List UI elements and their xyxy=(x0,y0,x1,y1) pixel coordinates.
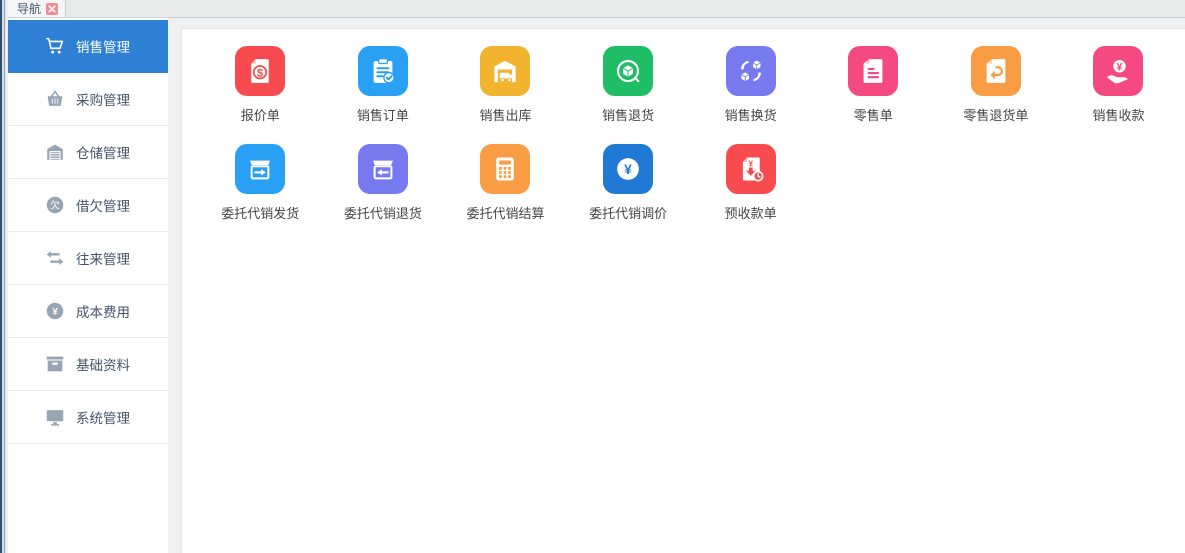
debt-icon: 欠 xyxy=(44,194,66,216)
tab-label: 导航 xyxy=(17,0,41,17)
shortcut-label: 预收款单 xyxy=(725,203,777,222)
shortcut-label: 委托代销结算 xyxy=(466,203,544,222)
svg-text:$: $ xyxy=(257,67,264,79)
shortcut-label: 委托代销调价 xyxy=(589,203,667,222)
exchange-icon xyxy=(44,247,66,269)
shortcut-sales-order[interactable]: 销售订单 xyxy=(322,46,445,144)
yen-circle-icon: ¥ xyxy=(603,144,653,194)
svg-text:¥: ¥ xyxy=(624,162,632,177)
shortcut-sales-collection[interactable]: ¥ 销售收款 xyxy=(1057,46,1180,144)
shortcut-label: 委托代销退货 xyxy=(344,203,422,222)
sidebar-item-label: 基础资料 xyxy=(76,354,130,374)
sidebar: 销售管理采购管理仓储管理欠 借欠管理往来管理 ¥ 成本费用基础资料系统管理 xyxy=(8,18,168,553)
shortcut-retail-return-order[interactable]: 零售退货单 xyxy=(935,46,1058,144)
sidebar-item-label: 销售管理 xyxy=(76,36,130,56)
doc-lines-icon xyxy=(848,46,898,96)
sidebar-item-contact-management[interactable]: 往来管理 xyxy=(8,232,168,285)
svg-text:¥: ¥ xyxy=(1117,61,1123,73)
window-frame-strip xyxy=(0,0,8,553)
sidebar-item-label: 系统管理 xyxy=(76,407,130,427)
sidebar-item-basic-data[interactable]: 基础资料 xyxy=(8,338,168,391)
tab-navigation[interactable]: 导航 xyxy=(8,0,66,17)
shortcut-quotation[interactable]: $ 报价单 xyxy=(199,46,322,144)
shortcut-sales-outbound[interactable]: 销售出库 xyxy=(444,46,567,144)
monitor-icon xyxy=(44,406,66,428)
shortcut-sales-exchange[interactable]: 销售换货 xyxy=(689,46,812,144)
sidebar-item-purchase-management[interactable]: 采购管理 xyxy=(8,73,168,126)
hand-coin-icon: ¥ xyxy=(1093,46,1143,96)
warehouse-truck-icon xyxy=(480,46,530,96)
svg-text:欠: 欠 xyxy=(50,199,60,211)
shortcut-label: 销售收款 xyxy=(1092,105,1144,124)
shortcut-sales-return[interactable]: 销售退货 xyxy=(567,46,690,144)
doc-return-icon xyxy=(971,46,1021,96)
tab-bar: 导航 xyxy=(8,0,1185,18)
boxes-swap-icon xyxy=(726,46,776,96)
sidebar-item-label: 借欠管理 xyxy=(76,195,130,215)
app-window: 导航 销售管理采购管理仓储管理欠 借欠管理往来管理 ¥ 成本费用基础资料系统管理 $ 报… xyxy=(0,0,1185,553)
tab-close-icon[interactable] xyxy=(46,3,58,15)
box-arrow-left-icon xyxy=(358,144,408,194)
cost-icon: ¥ xyxy=(44,300,66,322)
box-arrow-right-icon xyxy=(235,144,285,194)
shortcut-advance-receipt[interactable]: ¥ 预收款单 xyxy=(689,144,812,242)
basket-icon xyxy=(44,88,66,110)
svg-text:¥: ¥ xyxy=(748,160,753,169)
shortcut-label: 销售订单 xyxy=(357,105,409,124)
shortcut-label: 销售换货 xyxy=(725,105,777,124)
shortcut-consignment-settle[interactable]: 委托代销结算 xyxy=(444,144,567,242)
main-area: $ 报价单 销售订单 销售出库 销售退货 销售换货 零售单 零售退货单 ¥ 销售收款委托代销发货 委… xyxy=(168,18,1185,553)
doc-yen-clock-icon: ¥ xyxy=(726,144,776,194)
clipboard-check-icon xyxy=(358,46,408,96)
sidebar-item-label: 采购管理 xyxy=(76,89,130,109)
shortcut-label: 销售退货 xyxy=(602,105,654,124)
calculator-icon xyxy=(480,144,530,194)
shortcut-grid: $ 报价单 销售订单 销售出库 销售退货 销售换货 零售单 零售退货单 ¥ 销售收款委托代销发货 委… xyxy=(182,29,1185,242)
shortcut-label: 销售出库 xyxy=(479,105,531,124)
sidebar-item-sales-management[interactable]: 销售管理 xyxy=(8,20,168,73)
shortcut-label: 委托代销发货 xyxy=(221,203,299,222)
box-return-icon xyxy=(603,46,653,96)
shortcut-label: 报价单 xyxy=(241,105,280,124)
cart-icon xyxy=(44,35,66,57)
sidebar-item-label: 仓储管理 xyxy=(76,142,130,162)
shortcut-retail-order[interactable]: 零售单 xyxy=(812,46,935,144)
shortcut-consignment-ship[interactable]: 委托代销发货 xyxy=(199,144,322,242)
sidebar-item-system-management[interactable]: 系统管理 xyxy=(8,391,168,444)
shortcut-consignment-reprice[interactable]: ¥ 委托代销调价 xyxy=(567,144,690,242)
doc-dollar-icon: $ xyxy=(235,46,285,96)
content-panel: $ 报价单 销售订单 销售出库 销售退货 销售换货 零售单 零售退货单 ¥ 销售收款委托代销发货 委… xyxy=(181,28,1185,553)
shortcut-label: 零售退货单 xyxy=(963,105,1028,124)
shortcut-label: 零售单 xyxy=(854,105,893,124)
sidebar-item-label: 成本费用 xyxy=(76,301,130,321)
shortcut-consignment-return[interactable]: 委托代销退货 xyxy=(322,144,445,242)
sidebar-item-cost-expense[interactable]: ¥ 成本费用 xyxy=(8,285,168,338)
sidebar-item-warehouse-management[interactable]: 仓储管理 xyxy=(8,126,168,179)
sidebar-item-debt-management[interactable]: 欠 借欠管理 xyxy=(8,179,168,232)
archive-icon xyxy=(44,353,66,375)
sidebar-item-label: 往来管理 xyxy=(76,248,130,268)
warehouse-icon xyxy=(44,141,66,163)
svg-text:¥: ¥ xyxy=(52,306,58,317)
